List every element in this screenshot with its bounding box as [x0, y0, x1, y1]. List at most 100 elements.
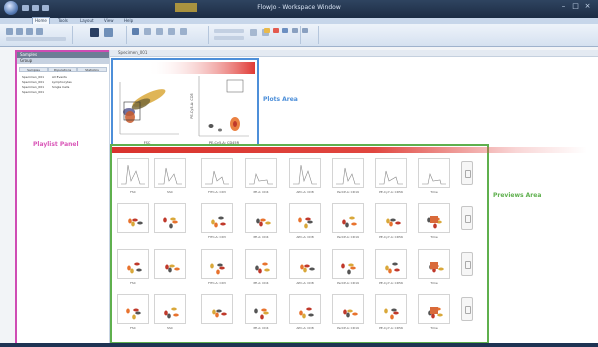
preview-thumbnail[interactable] — [332, 158, 364, 188]
tab-populations[interactable]: Populations — [48, 67, 77, 72]
preview-label: Time — [430, 190, 438, 194]
preview-label: APC-A: CD8 — [296, 190, 314, 194]
preview-thumbnail[interactable] — [332, 249, 364, 279]
preview-label: Time — [430, 326, 438, 330]
save-workspace-icon[interactable] — [26, 28, 33, 35]
preview-thumbnail[interactable] — [375, 249, 407, 279]
open-icon[interactable] — [16, 28, 23, 35]
preview-thumbnail[interactable] — [289, 294, 321, 324]
analysis-selector[interactable] — [214, 29, 244, 33]
preview-thumbnail[interactable] — [375, 158, 407, 188]
sample-row-name[interactable]: Specimen_001 — [22, 75, 44, 79]
population-dot — [390, 314, 394, 320]
preview-thumbnail[interactable] — [201, 294, 233, 324]
population-dot — [168, 267, 172, 273]
sample-row-name[interactable]: Specimen_001 — [22, 90, 44, 94]
plots-canvas: FSC PE-Cy5-A: CD5 PE-Cy5-A: CD45R — [119, 62, 255, 145]
spider-gate-icon[interactable] — [302, 28, 308, 33]
preview-thumbnail[interactable] — [117, 203, 149, 233]
preview-thumbnail[interactable] — [117, 294, 149, 324]
preview-thumbnail[interactable] — [289, 158, 321, 188]
preview-thumbnail[interactable] — [154, 294, 186, 324]
preview-thumbnail[interactable] — [154, 249, 186, 279]
preview-thumbnail[interactable] — [375, 294, 407, 324]
preview-thumbnail[interactable] — [201, 203, 233, 233]
tab-samples[interactable]: Samples — [19, 67, 48, 72]
population-dot — [262, 262, 268, 266]
preview-thumbnail[interactable] — [154, 203, 186, 233]
ellipse-gate-icon[interactable] — [282, 28, 288, 33]
preview-label: FITC-A: CD3 — [208, 190, 226, 194]
preview-thumbnail[interactable] — [117, 158, 149, 188]
population-dot — [303, 267, 307, 273]
preview-thumbnail[interactable] — [332, 294, 364, 324]
preview-label: PE-Cy7-A: CD56 — [379, 235, 403, 239]
population-dot — [343, 309, 347, 315]
preview-label: PE-A: CD4 — [253, 190, 269, 194]
preview-label: APC-A: CD8 — [296, 235, 314, 239]
scatter-plot-fsc-ssc[interactable] — [119, 82, 179, 135]
tab-statistics[interactable]: Statistics — [77, 67, 107, 72]
preview-thumbnail[interactable] — [154, 158, 186, 188]
application-window: FlowJo - Workspace Window – □ × Home Too… — [0, 0, 598, 347]
layout-editor-icon[interactable] — [90, 28, 99, 37]
population-dot — [389, 221, 393, 227]
preview-thumbnail[interactable] — [245, 249, 277, 279]
preview-thumbnail[interactable] — [245, 294, 277, 324]
new-icon[interactable] — [6, 28, 13, 35]
statistics-icon[interactable] — [156, 28, 163, 35]
group-header[interactable]: Group — [17, 58, 109, 64]
preview-thumbnail[interactable] — [289, 203, 321, 233]
plugin-icon[interactable] — [250, 29, 257, 36]
quadrant-gate-icon[interactable] — [292, 28, 298, 33]
overlay-icon[interactable] — [180, 28, 187, 35]
population-dot — [136, 268, 142, 272]
sample-row-name[interactable]: Specimen_001 — [22, 85, 44, 89]
document-tab[interactable]: Specimen_001 — [110, 50, 598, 57]
population-dot — [386, 218, 390, 224]
status-bar — [0, 343, 598, 347]
plot-toolbar-gradient — [147, 62, 255, 74]
histogram-curve — [293, 164, 317, 185]
histogram-icon[interactable] — [168, 28, 175, 35]
maximize-icon[interactable]: □ — [572, 3, 579, 10]
add-samples-icon[interactable] — [36, 28, 43, 35]
compensation-icon[interactable] — [132, 28, 139, 35]
population-dot — [132, 314, 136, 320]
preview-thumbnail[interactable] — [245, 158, 277, 188]
preview-nav-button[interactable] — [461, 252, 473, 276]
preview-nav-button[interactable] — [461, 206, 473, 230]
rectangle-gate-icon[interactable] — [264, 28, 270, 33]
preview-thumbnail[interactable] — [117, 249, 149, 279]
preview-thumbnail[interactable] — [201, 158, 233, 188]
table-editor-icon[interactable] — [104, 28, 113, 37]
histogram-curve — [379, 170, 403, 185]
preview-label: FSC — [130, 190, 136, 194]
preview-thumbnail[interactable] — [289, 249, 321, 279]
preview-nav-button[interactable] — [461, 297, 473, 321]
scatter-plot-cd5[interactable] — [198, 76, 249, 137]
preview-label: PE-A: CD4 — [253, 235, 269, 239]
histogram-curve — [422, 172, 446, 185]
parameter-selector[interactable] — [214, 36, 244, 40]
gate-icon[interactable] — [144, 28, 151, 35]
population-dot — [210, 263, 214, 269]
sample-row-name[interactable]: Specimen_001 — [22, 80, 44, 84]
preview-thumbnail[interactable] — [245, 203, 277, 233]
population-dot — [308, 313, 314, 317]
group-selector[interactable] — [6, 37, 66, 41]
preview-thumbnail[interactable] — [418, 249, 450, 279]
preview-label: PE-A: CD4 — [253, 326, 269, 330]
preview-thumbnail[interactable] — [418, 158, 450, 188]
preview-thumbnail[interactable] — [332, 203, 364, 233]
close-icon[interactable]: × — [584, 3, 591, 10]
polygon-gate-icon[interactable] — [273, 28, 279, 33]
preview-label: PE-A: CD4 — [253, 281, 269, 285]
minimize-icon[interactable]: – — [560, 3, 567, 10]
population-dot — [128, 218, 132, 224]
preview-thumbnail[interactable] — [201, 249, 233, 279]
preview-thumbnail[interactable] — [418, 203, 450, 233]
preview-thumbnail[interactable] — [375, 203, 407, 233]
preview-nav-button[interactable] — [461, 161, 473, 185]
preview-thumbnail[interactable] — [418, 294, 450, 324]
